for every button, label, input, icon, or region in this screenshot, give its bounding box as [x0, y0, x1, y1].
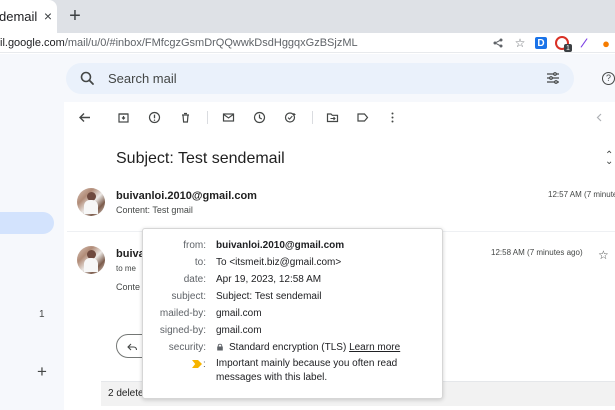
- message-details-popup: from: buivanloi.2010@gmail.com to: To <i…: [142, 228, 443, 399]
- tab-title: demail -: [0, 9, 39, 24]
- add-label-icon[interactable]: +: [35, 363, 49, 380]
- avatar[interactable]: [77, 188, 105, 216]
- sender-name[interactable]: buiva: [116, 248, 145, 260]
- toolbar-divider: [312, 111, 313, 124]
- address-bar[interactable]: il.google.com/mail/u/0/#inbox/FMfcgzGsmD…: [0, 34, 472, 52]
- details-subject-label: subject:: [171, 291, 206, 302]
- details-to-row: to: To <itsmeit.biz@gmail.com>: [143, 255, 442, 271]
- details-from-label: from:: [183, 240, 206, 251]
- details-signed-by-value: gmail.com: [216, 325, 262, 336]
- newer-message-icon[interactable]: [593, 111, 606, 124]
- snooze-icon[interactable]: [253, 111, 266, 124]
- new-tab-icon[interactable]: +: [66, 5, 84, 27]
- details-security-row: security: Standard encryption (TLS) Lear…: [143, 340, 442, 356]
- search-input[interactable]: [106, 68, 506, 89]
- importance-colon: :: [203, 359, 206, 370]
- details-importance-row: : Important mainly because you often rea…: [143, 357, 442, 387]
- details-date-value: Apr 19, 2023, 12:58 AM: [216, 274, 322, 285]
- gmail-left-rail: 1 +: [0, 54, 64, 410]
- sender-name[interactable]: buivanloi.2010@gmail.com: [116, 190, 257, 202]
- add-task-icon[interactable]: [284, 111, 297, 124]
- details-subject-value: Subject: Test sendemail: [216, 291, 322, 302]
- details-mailed-by-row: mailed-by: gmail.com: [143, 306, 442, 322]
- search-icon[interactable]: [80, 71, 95, 86]
- details-signed-by-row: signed-by: gmail.com: [143, 323, 442, 339]
- details-signed-by-label: signed-by:: [159, 325, 206, 336]
- avatar[interactable]: [77, 246, 105, 274]
- gmail-header: ?: [64, 54, 615, 102]
- back-icon[interactable]: [78, 111, 91, 124]
- details-to-label: to:: [194, 257, 206, 268]
- message-time: 12:57 AM (7 minute: [548, 190, 615, 199]
- message-snippet: Content: Test gmail: [116, 205, 193, 215]
- star-icon[interactable]: ☆: [513, 36, 527, 50]
- details-security-label: security:: [168, 342, 206, 353]
- delete-icon[interactable]: [179, 111, 192, 124]
- label-icon[interactable]: [356, 111, 369, 124]
- message-action-bar: [67, 102, 615, 133]
- close-icon[interactable]: ×: [40, 8, 56, 24]
- importance-explanation: Important mainly because you often read …: [216, 358, 398, 383]
- help-icon[interactable]: ?: [602, 72, 615, 85]
- details-subject-row: subject: Subject: Test sendemail: [143, 289, 442, 305]
- url-domain: il.google.com: [0, 37, 65, 49]
- extension-fire-icon[interactable]: ●: [599, 36, 613, 50]
- details-security-value: Standard encryption (TLS) Learn more: [216, 340, 400, 356]
- message-body: Conte: [116, 282, 141, 292]
- report-icon[interactable]: [148, 111, 161, 124]
- details-from-row: from: buivanloi.2010@gmail.com: [143, 238, 442, 254]
- extension-badge: 1: [564, 44, 572, 52]
- move-icon[interactable]: [326, 111, 339, 124]
- page-title: Subject: Test sendemail: [116, 150, 285, 167]
- browser-tab[interactable]: demail - ×: [0, 0, 57, 33]
- mark-unread-icon[interactable]: [222, 111, 235, 124]
- nav-count: 1: [39, 309, 45, 320]
- browser-tabstrip: demail - × +: [0, 0, 615, 33]
- share-icon[interactable]: [491, 36, 505, 50]
- extension-feather-icon[interactable]: /: [575, 34, 593, 52]
- search-box[interactable]: [66, 63, 574, 94]
- details-date-row: date: Apr 19, 2023, 12:58 AM: [143, 272, 442, 288]
- filters-icon[interactable]: [546, 71, 560, 85]
- gmail-window: demail - × + il.google.com/mail/u/0/#inb…: [0, 0, 615, 410]
- details-to-value: To <itsmeit.biz@gmail.com>: [216, 257, 342, 268]
- security-description: Standard encryption (TLS): [229, 342, 347, 353]
- more-icon[interactable]: [386, 111, 399, 124]
- details-from-value: buivanloi.2010@gmail.com: [216, 240, 345, 251]
- details-mailed-by-label: mailed-by:: [159, 308, 206, 319]
- reply-icon: [126, 340, 138, 352]
- message-time: 12:58 AM (7 minutes ago): [491, 248, 583, 257]
- details-date-label: date:: [183, 274, 206, 285]
- learn-more-link[interactable]: Learn more: [349, 342, 400, 353]
- extension-quick-icon[interactable]: 1: [555, 36, 572, 52]
- expand-all-icon[interactable]: ⌃ ⌄: [605, 151, 615, 167]
- star-icon[interactable]: ☆: [598, 249, 609, 261]
- url-path: /mail/u/0/#inbox/FMfcgzGsmDrQQwwkDsdHggq…: [64, 37, 358, 49]
- toolbar-icons: ☆ D 1 / ●: [491, 33, 613, 53]
- details-mailed-by-value: gmail.com: [216, 308, 262, 319]
- inbox-nav-item[interactable]: [0, 212, 54, 234]
- extension-d-icon[interactable]: D: [535, 37, 547, 49]
- deleted-messages-text: 2 delete: [108, 388, 144, 399]
- lock-icon: [216, 341, 224, 351]
- browser-toolbar: il.google.com/mail/u/0/#inbox/FMfcgzGsmD…: [0, 33, 615, 53]
- archive-icon[interactable]: [117, 111, 130, 124]
- recipient-summary[interactable]: to me: [116, 264, 136, 273]
- toolbar-divider: [207, 111, 208, 124]
